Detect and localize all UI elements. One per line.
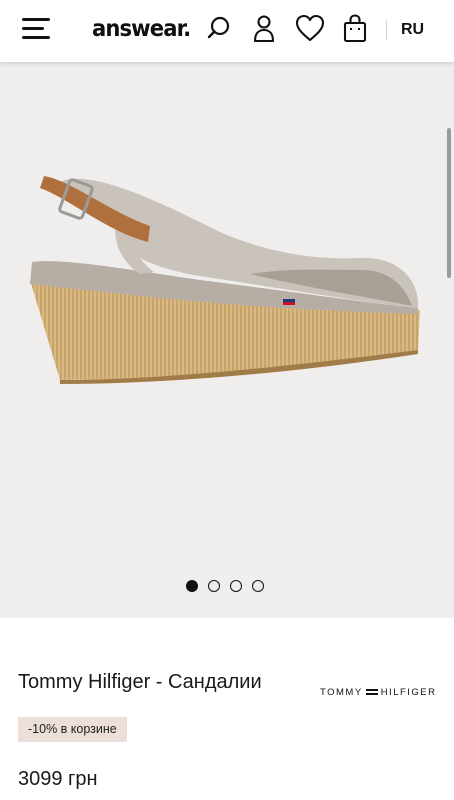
site-header: answear. RU [0,0,454,62]
shopping-bag-icon[interactable] [338,12,372,46]
search-icon[interactable] [203,12,237,46]
scrollbar[interactable] [447,128,451,278]
language-switcher[interactable]: RU [401,21,424,39]
user-icon[interactable] [247,12,281,46]
tommy-flag-icon [365,688,378,696]
brand-logo-right: HILFIGER [380,686,437,698]
product-price: 3099 грн [18,768,98,790]
gallery-dot-1[interactable] [186,580,198,592]
heart-icon[interactable] [293,12,327,46]
product-image [30,176,420,384]
answear-logo[interactable]: answear. [92,16,191,42]
brand-logo[interactable]: TOMMY HILFIGER [320,685,440,699]
product-title: Tommy Hilfiger - Сандалии [18,671,262,693]
gallery-dot-2[interactable] [208,580,220,592]
gallery-pagination [186,580,264,592]
header-divider [386,20,387,40]
hamburger-menu-icon[interactable] [22,16,52,40]
promo-badge: -10% в корзине [18,717,127,742]
product-image-gallery[interactable] [0,62,454,618]
gallery-dot-3[interactable] [230,580,242,592]
brand-logo-left: TOMMY [320,686,363,698]
gallery-dot-4[interactable] [252,580,264,592]
